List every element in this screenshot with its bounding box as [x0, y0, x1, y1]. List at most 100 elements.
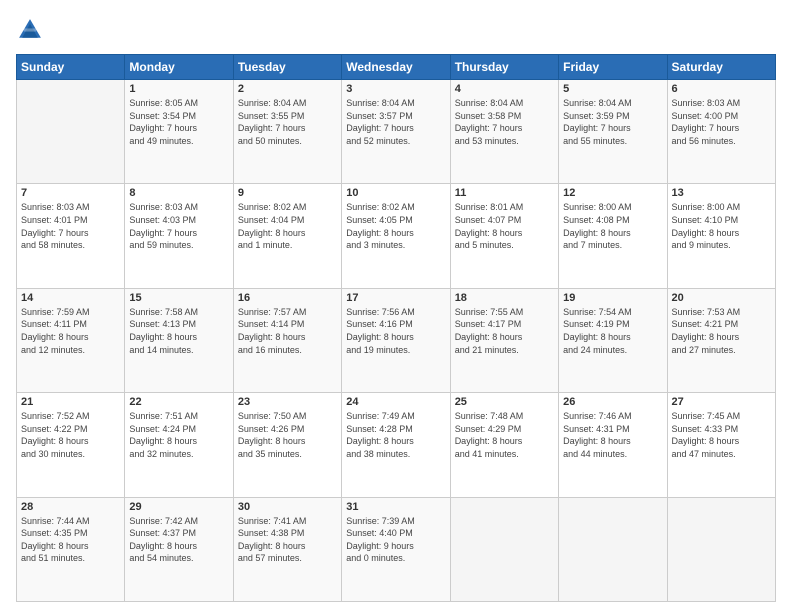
- day-number: 5: [563, 83, 662, 95]
- day-number: 14: [21, 292, 120, 304]
- day-info: Sunrise: 7:41 AM Sunset: 4:38 PM Dayligh…: [238, 515, 337, 565]
- day-info: Sunrise: 7:54 AM Sunset: 4:19 PM Dayligh…: [563, 306, 662, 356]
- weekday-header-saturday: Saturday: [667, 55, 775, 80]
- day-info: Sunrise: 7:52 AM Sunset: 4:22 PM Dayligh…: [21, 410, 120, 460]
- day-info: Sunrise: 8:04 AM Sunset: 3:57 PM Dayligh…: [346, 97, 445, 147]
- logo: [16, 16, 48, 44]
- calendar-cell: 12 Sunrise: 8:00 AM Sunset: 4:08 PM Dayli…: [559, 184, 667, 288]
- day-number: 15: [129, 292, 228, 304]
- day-number: 1: [129, 83, 228, 95]
- day-number: 16: [238, 292, 337, 304]
- day-number: 6: [672, 83, 771, 95]
- calendar-cell: 15 Sunrise: 7:58 AM Sunset: 4:13 PM Dayli…: [125, 288, 233, 392]
- week-row-4: 21 Sunrise: 7:52 AM Sunset: 4:22 PM Dayli…: [17, 393, 776, 497]
- calendar-cell: 8 Sunrise: 8:03 AM Sunset: 4:03 PM Daylig…: [125, 184, 233, 288]
- weekday-header-tuesday: Tuesday: [233, 55, 341, 80]
- day-info: Sunrise: 8:04 AM Sunset: 3:58 PM Dayligh…: [455, 97, 554, 147]
- day-info: Sunrise: 7:57 AM Sunset: 4:14 PM Dayligh…: [238, 306, 337, 356]
- day-info: Sunrise: 8:01 AM Sunset: 4:07 PM Dayligh…: [455, 201, 554, 251]
- day-number: 10: [346, 187, 445, 199]
- day-info: Sunrise: 8:02 AM Sunset: 4:04 PM Dayligh…: [238, 201, 337, 251]
- day-info: Sunrise: 7:56 AM Sunset: 4:16 PM Dayligh…: [346, 306, 445, 356]
- calendar-cell: 24 Sunrise: 7:49 AM Sunset: 4:28 PM Dayli…: [342, 393, 450, 497]
- day-info: Sunrise: 7:58 AM Sunset: 4:13 PM Dayligh…: [129, 306, 228, 356]
- day-number: 20: [672, 292, 771, 304]
- calendar-cell: 29 Sunrise: 7:42 AM Sunset: 4:37 PM Dayli…: [125, 497, 233, 601]
- week-row-2: 7 Sunrise: 8:03 AM Sunset: 4:01 PM Daylig…: [17, 184, 776, 288]
- calendar-cell: 26 Sunrise: 7:46 AM Sunset: 4:31 PM Dayli…: [559, 393, 667, 497]
- weekday-header-thursday: Thursday: [450, 55, 558, 80]
- day-number: 2: [238, 83, 337, 95]
- day-info: Sunrise: 7:42 AM Sunset: 4:37 PM Dayligh…: [129, 515, 228, 565]
- calendar-cell: 1 Sunrise: 8:05 AM Sunset: 3:54 PM Daylig…: [125, 80, 233, 184]
- calendar-cell: 25Sunrise: 7:48 AM Sunset: 4:29 PM Dayli…: [450, 393, 558, 497]
- logo-icon: [16, 16, 44, 44]
- weekday-header-monday: Monday: [125, 55, 233, 80]
- day-info: Sunrise: 7:51 AM Sunset: 4:24 PM Dayligh…: [129, 410, 228, 460]
- day-number: 24: [346, 396, 445, 408]
- calendar-cell: 21 Sunrise: 7:52 AM Sunset: 4:22 PM Dayli…: [17, 393, 125, 497]
- calendar-cell: 7 Sunrise: 8:03 AM Sunset: 4:01 PM Daylig…: [17, 184, 125, 288]
- calendar-cell: 23Sunrise: 7:50 AM Sunset: 4:26 PM Dayli…: [233, 393, 341, 497]
- week-row-1: 1 Sunrise: 8:05 AM Sunset: 3:54 PM Daylig…: [17, 80, 776, 184]
- calendar-cell: 2Sunrise: 8:04 AM Sunset: 3:55 PM Daylig…: [233, 80, 341, 184]
- day-number: 31: [346, 501, 445, 513]
- day-number: 8: [129, 187, 228, 199]
- calendar-cell: 5 Sunrise: 8:04 AM Sunset: 3:59 PM Daylig…: [559, 80, 667, 184]
- day-info: Sunrise: 8:02 AM Sunset: 4:05 PM Dayligh…: [346, 201, 445, 251]
- calendar-cell: 30Sunrise: 7:41 AM Sunset: 4:38 PM Dayli…: [233, 497, 341, 601]
- page: SundayMondayTuesdayWednesdayThursdayFrid…: [0, 0, 792, 612]
- day-number: 3: [346, 83, 445, 95]
- calendar-cell: 4 Sunrise: 8:04 AM Sunset: 3:58 PM Daylig…: [450, 80, 558, 184]
- day-number: 26: [563, 396, 662, 408]
- day-info: Sunrise: 7:59 AM Sunset: 4:11 PM Dayligh…: [21, 306, 120, 356]
- day-info: Sunrise: 7:53 AM Sunset: 4:21 PM Dayligh…: [672, 306, 771, 356]
- weekday-header-row: SundayMondayTuesdayWednesdayThursdayFrid…: [17, 55, 776, 80]
- calendar-cell: 16 Sunrise: 7:57 AM Sunset: 4:14 PM Dayli…: [233, 288, 341, 392]
- week-row-3: 14 Sunrise: 7:59 AM Sunset: 4:11 PM Dayli…: [17, 288, 776, 392]
- day-number: 23: [238, 396, 337, 408]
- calendar-cell: 13Sunrise: 8:00 AM Sunset: 4:10 PM Dayli…: [667, 184, 775, 288]
- calendar-cell: 10 Sunrise: 8:02 AM Sunset: 4:05 PM Dayli…: [342, 184, 450, 288]
- calendar-cell: 22 Sunrise: 7:51 AM Sunset: 4:24 PM Dayli…: [125, 393, 233, 497]
- calendar-table: SundayMondayTuesdayWednesdayThursdayFrid…: [16, 54, 776, 602]
- day-info: Sunrise: 7:45 AM Sunset: 4:33 PM Dayligh…: [672, 410, 771, 460]
- day-number: 9: [238, 187, 337, 199]
- day-info: Sunrise: 7:55 AM Sunset: 4:17 PM Dayligh…: [455, 306, 554, 356]
- day-info: Sunrise: 8:03 AM Sunset: 4:01 PM Dayligh…: [21, 201, 120, 251]
- day-number: 12: [563, 187, 662, 199]
- calendar-cell: 18 Sunrise: 7:55 AM Sunset: 4:17 PM Dayli…: [450, 288, 558, 392]
- day-info: Sunrise: 8:00 AM Sunset: 4:08 PM Dayligh…: [563, 201, 662, 251]
- calendar-cell: 28 Sunrise: 7:44 AM Sunset: 4:35 PM Dayli…: [17, 497, 125, 601]
- day-info: Sunrise: 8:05 AM Sunset: 3:54 PM Dayligh…: [129, 97, 228, 147]
- header: [16, 16, 776, 44]
- day-number: 13: [672, 187, 771, 199]
- day-number: 29: [129, 501, 228, 513]
- day-info: Sunrise: 8:03 AM Sunset: 4:00 PM Dayligh…: [672, 97, 771, 147]
- calendar-cell: [667, 497, 775, 601]
- day-info: Sunrise: 7:49 AM Sunset: 4:28 PM Dayligh…: [346, 410, 445, 460]
- day-number: 22: [129, 396, 228, 408]
- day-number: 21: [21, 396, 120, 408]
- calendar-cell: 6 Sunrise: 8:03 AM Sunset: 4:00 PM Daylig…: [667, 80, 775, 184]
- day-number: 7: [21, 187, 120, 199]
- calendar-cell: [559, 497, 667, 601]
- day-info: Sunrise: 7:44 AM Sunset: 4:35 PM Dayligh…: [21, 515, 120, 565]
- calendar-cell: 19 Sunrise: 7:54 AM Sunset: 4:19 PM Dayli…: [559, 288, 667, 392]
- calendar-cell: 11Sunrise: 8:01 AM Sunset: 4:07 PM Dayli…: [450, 184, 558, 288]
- calendar-cell: 9 Sunrise: 8:02 AM Sunset: 4:04 PM Daylig…: [233, 184, 341, 288]
- day-info: Sunrise: 7:48 AM Sunset: 4:29 PM Dayligh…: [455, 410, 554, 460]
- day-number: 19: [563, 292, 662, 304]
- calendar-cell: 14 Sunrise: 7:59 AM Sunset: 4:11 PM Dayli…: [17, 288, 125, 392]
- day-number: 18: [455, 292, 554, 304]
- day-info: Sunrise: 7:46 AM Sunset: 4:31 PM Dayligh…: [563, 410, 662, 460]
- weekday-header-friday: Friday: [559, 55, 667, 80]
- day-info: Sunrise: 8:03 AM Sunset: 4:03 PM Dayligh…: [129, 201, 228, 251]
- day-info: Sunrise: 8:04 AM Sunset: 3:59 PM Dayligh…: [563, 97, 662, 147]
- calendar-cell: 3 Sunrise: 8:04 AM Sunset: 3:57 PM Daylig…: [342, 80, 450, 184]
- weekday-header-sunday: Sunday: [17, 55, 125, 80]
- calendar-cell: [17, 80, 125, 184]
- weekday-header-wednesday: Wednesday: [342, 55, 450, 80]
- day-number: 4: [455, 83, 554, 95]
- day-number: 28: [21, 501, 120, 513]
